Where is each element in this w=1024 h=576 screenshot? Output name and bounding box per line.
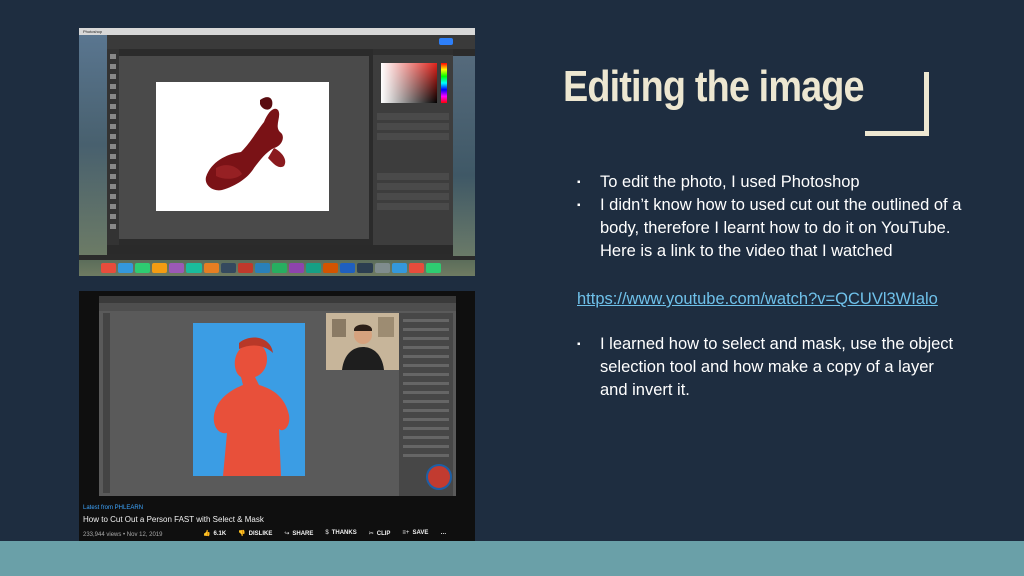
share-icon: ↪ — [284, 531, 290, 537]
color-picker-field — [381, 63, 437, 103]
youtube-video-frame — [99, 296, 456, 496]
share-button — [439, 38, 453, 45]
video-presenter-webcam — [326, 313, 400, 370]
video-title: How to Cut Out a Person FAST with Select… — [83, 515, 264, 524]
bullet-text: I didn’t know how to used cut out the ou… — [600, 196, 962, 260]
hue-slider — [441, 63, 447, 103]
photoshop-panels — [373, 49, 453, 245]
bullet-mark: ▪ — [577, 200, 581, 211]
presenter-figure — [326, 313, 400, 370]
more-button[interactable]: … — [440, 530, 446, 537]
video-meta: 233,944 views • Nov 12, 2019 — [83, 532, 163, 538]
bullet-text: I learned how to select and mask, use th… — [600, 335, 954, 399]
youtube-screenshot: Latest from PHLEARN How to Cut Out a Per… — [79, 291, 475, 548]
youtube-link[interactable]: https://www.youtube.com/watch?v=QCUVl3WI… — [577, 288, 962, 311]
bottom-band — [0, 541, 1024, 576]
video-photoshop-toolbar — [103, 313, 110, 493]
desktop-left-strip — [79, 35, 107, 255]
slide: Photoshop Latest from PHLEARN How to Cut… — [0, 0, 1024, 576]
thumbs-up-icon: 👍 — [203, 531, 211, 537]
slide-title: Editing the image — [563, 62, 865, 111]
photoshop-screenshot: Photoshop — [79, 28, 475, 276]
photoshop-options-bar — [79, 35, 475, 49]
bullet-item: ▪ To edit the photo, I used Photoshop — [577, 171, 962, 194]
phlearn-logo — [426, 464, 452, 490]
video-action-row: 👍 6.1K 👎 DISLIKE ↪ SHARE $ THANKS ✂ CLIP ≡+ SA… — [203, 530, 446, 537]
bullet-mark: ▪ — [577, 339, 581, 350]
like-count: 6.1K — [213, 531, 227, 537]
clip-label: CLIP — [376, 531, 391, 537]
playlist-add-icon: ≡+ — [402, 530, 410, 536]
photoshop-status-bar — [107, 245, 453, 254]
bullet-mark: ▪ — [577, 177, 581, 188]
save-label: SAVE — [412, 530, 429, 536]
clip-button[interactable]: ✂ CLIP — [369, 530, 391, 537]
bullet-item: ▪ I didn’t know how to used cut out the … — [577, 194, 962, 263]
thanks-button[interactable]: $ THANKS — [325, 530, 356, 537]
mac-menu-app: Photoshop — [83, 29, 103, 34]
more-icon: … — [440, 530, 447, 536]
save-button[interactable]: ≡+ SAVE — [402, 530, 428, 537]
latest-from-label[interactable]: Latest from PHLEARN — [83, 505, 143, 511]
share-button[interactable]: ↪ SHARE — [284, 530, 313, 537]
mac-menu-bar: Photoshop — [79, 28, 475, 35]
bullet-item: ▪ I learned how to select and mask, use … — [577, 333, 962, 402]
video-canvas-blue — [193, 323, 305, 476]
slide-body: ▪ To edit the photo, I used Photoshop ▪ … — [577, 171, 962, 402]
photoshop-toolbar — [107, 49, 119, 245]
mac-dock — [79, 260, 475, 276]
share-label: SHARE — [292, 531, 314, 537]
dislike-label: DISLIKE — [248, 531, 273, 537]
desktop-right-strip — [453, 56, 475, 256]
photoshop-document — [156, 82, 329, 211]
thanks-icon: $ — [325, 530, 329, 536]
corner-bracket-decoration — [865, 72, 929, 136]
video-subject-figure — [213, 337, 290, 476]
dislike-button[interactable]: 👎 DISLIKE — [238, 530, 272, 537]
like-button[interactable]: 👍 6.1K — [203, 530, 226, 537]
scissors-icon: ✂ — [368, 531, 374, 537]
red-figure-cutout — [205, 97, 286, 191]
bullet-text: To edit the photo, I used Photoshop — [600, 173, 860, 191]
thanks-label: THANKS — [331, 530, 357, 536]
thumbs-down-icon: 👎 — [238, 531, 246, 537]
